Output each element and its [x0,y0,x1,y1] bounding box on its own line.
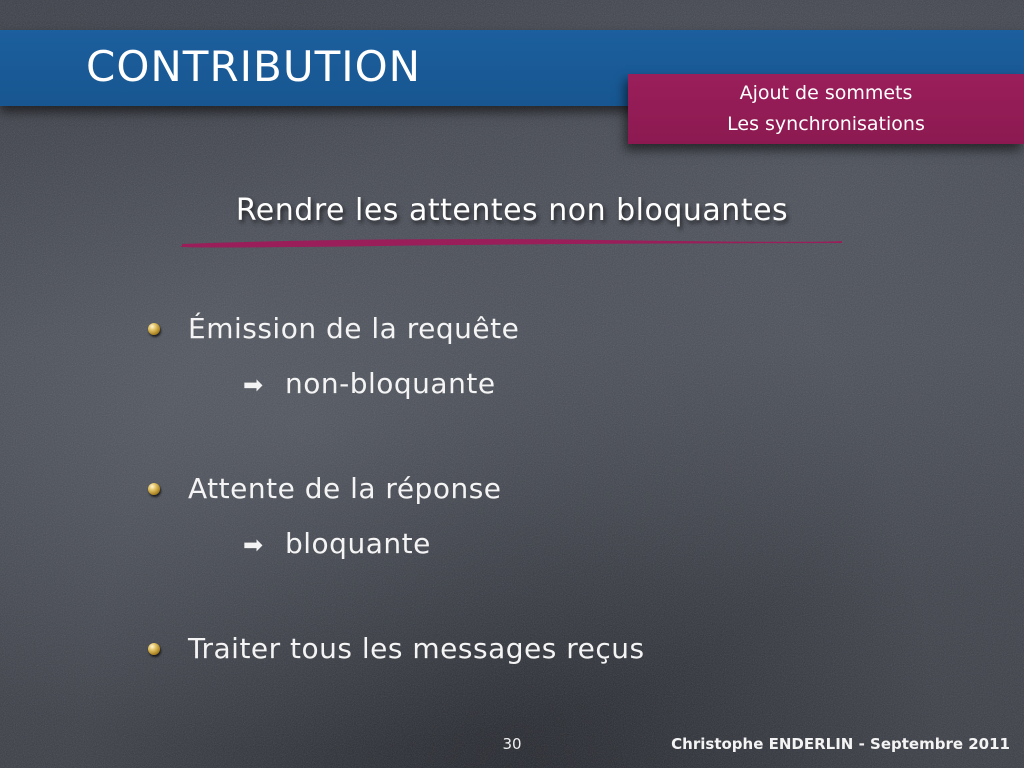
section-line-1: Ajout de sommets [739,82,913,104]
section-line-2: Les synchronisations [727,113,925,135]
slide-subtitle: Rendre les attentes non bloquantes [235,193,789,228]
bullet-detail-text: non-bloquante [285,367,496,400]
bullet-text: Attente de la réponse [188,472,502,505]
section-indicator: Ajout de sommets Les synchronisations [628,74,1024,144]
bullet-icon [148,323,160,335]
footer-author: Christophe ENDERLIN - Septembre 2011 [671,735,1010,753]
bullet-icon [148,643,160,655]
arrow-right-icon: ➡ [243,371,264,399]
arrow-right-icon: ➡ [243,531,264,559]
bullet-detail-text: bloquante [285,527,431,560]
bullet-text: Traiter tous les messages reçus [188,632,645,665]
bullet-detail: ➡ bloquante [243,527,431,560]
bullet-icon [148,483,160,495]
subtitle-underline [180,239,842,248]
bullet-detail: ➡ non-bloquante [243,367,496,400]
bullet-text: Émission de la requête [188,312,520,345]
page-number: 30 [502,735,522,753]
slide-title: CONTRIBUTION [86,42,422,91]
